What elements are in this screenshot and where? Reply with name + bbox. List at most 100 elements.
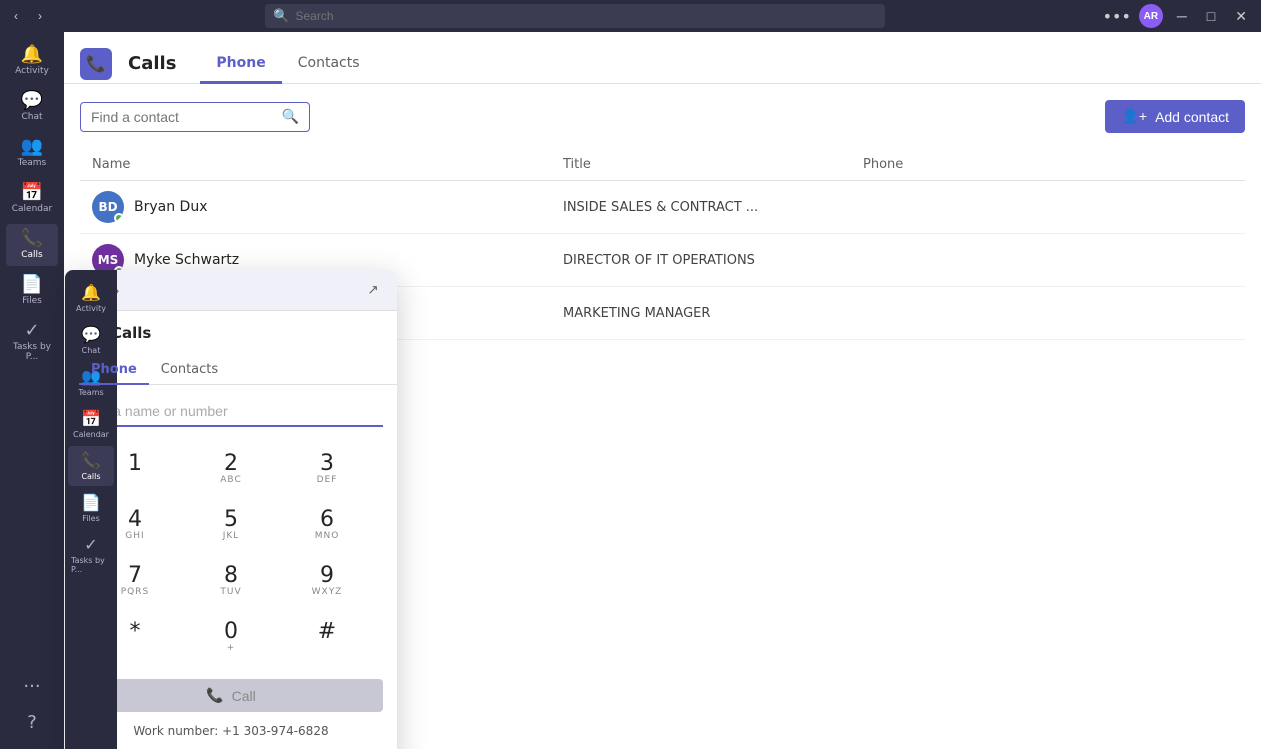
video-action-icon[interactable]: 📹: [1158, 246, 1175, 274]
sidebar-more-button[interactable]: ...: [15, 663, 48, 700]
title-bar: ‹ › 🔍 ••• AR ─ □ ✕: [0, 0, 1261, 32]
sidebar-label-teams: Teams: [18, 158, 46, 168]
key-5[interactable]: 5 JKL: [185, 499, 277, 551]
more-action-icon[interactable]: •••: [1209, 246, 1234, 274]
dp-files-icon: 📄: [81, 493, 101, 512]
key-8[interactable]: 8 TUV: [185, 555, 277, 607]
global-search[interactable]: 🔍: [265, 4, 885, 28]
status-dot-0: [114, 213, 124, 223]
sidebar-item-calls[interactable]: 📞 Calls: [6, 224, 58, 266]
sidebar-label-tasks: Tasks by P...: [10, 342, 54, 362]
dp-tasks-label: Tasks by P...: [71, 556, 111, 574]
dp-sidebar-tasks[interactable]: ✓ Tasks by P...: [68, 530, 114, 579]
key-2[interactable]: 2 ABC: [185, 443, 277, 495]
calls-app-icon: 📞: [80, 48, 112, 80]
dp-sidebar-activity[interactable]: 🔔 Activity: [68, 278, 114, 318]
email-action-icon[interactable]: ✉: [1138, 193, 1150, 221]
back-button[interactable]: ‹: [8, 8, 24, 24]
sidebar-item-calendar[interactable]: 📅 Calendar: [6, 178, 58, 220]
maximize-button[interactable]: □: [1201, 6, 1221, 26]
dp-teams-label: Teams: [78, 388, 103, 397]
key-main-3: 3: [320, 453, 334, 475]
key-main-5: 5: [224, 509, 238, 531]
dialpad-call-button[interactable]: 📞 Call: [79, 679, 383, 712]
table-row[interactable]: BD Bryan Dux INSIDE SALES & CONTRACT ...…: [80, 181, 1245, 234]
calendar-icon: 📅: [21, 184, 43, 202]
user-avatar[interactable]: AR: [1139, 4, 1163, 28]
key-main-star: *: [130, 621, 141, 643]
key-3[interactable]: 3 DEF: [281, 443, 373, 495]
contact-cell-0: BD Bryan Dux: [92, 191, 563, 223]
add-contact-button[interactable]: 👤+ Add contact: [1105, 100, 1245, 133]
search-input[interactable]: [295, 9, 877, 23]
forward-button[interactable]: ›: [32, 8, 48, 24]
calls-header: 📞 Calls Phone Contacts: [64, 32, 1261, 84]
call-phone-icon: 📞: [206, 687, 223, 704]
key-0[interactable]: 0 +: [185, 611, 277, 663]
key-main-2: 2: [224, 453, 238, 475]
dp-sidebar-calls[interactable]: 📞 Calls: [68, 446, 114, 486]
dp-sidebar-chat[interactable]: 💬 Chat: [68, 320, 114, 360]
video-action-icon[interactable]: 📹: [1158, 193, 1175, 221]
teams-icon: 👥: [21, 138, 43, 156]
tab-phone[interactable]: Phone: [200, 45, 281, 84]
table-header: Name Title Phone: [80, 149, 1245, 181]
more-action-icon[interactable]: •••: [1209, 299, 1234, 327]
video-action-icon[interactable]: 📹: [1158, 299, 1175, 327]
minimize-button[interactable]: ─: [1171, 6, 1193, 26]
sidebar-label-calendar: Calendar: [12, 204, 52, 214]
chat-action-icon[interactable]: 💬: [1113, 193, 1130, 221]
dp-sidebar-files[interactable]: 📄 Files: [68, 488, 114, 528]
sidebar-item-chat[interactable]: 💬 Chat: [6, 86, 58, 128]
calls-title: Calls: [128, 53, 176, 74]
sidebar-label-files: Files: [22, 296, 42, 306]
key-9[interactable]: 9 WXYZ: [281, 555, 373, 607]
avatar-0: BD: [92, 191, 124, 223]
contact-title-0: INSIDE SALES & CONTRACT ...: [563, 200, 863, 215]
sidebar-label-activity: Activity: [15, 66, 49, 76]
sidebar-item-tasks[interactable]: ✓ Tasks by P...: [6, 316, 58, 368]
call-action-icon[interactable]: 📞: [1184, 246, 1201, 274]
calls-icon: 📞: [21, 230, 43, 248]
chat-action-icon[interactable]: 💬: [1113, 246, 1130, 274]
dialpad-overlay: ‹ › ↗ 🔔 Activity 💬 Chat 👥 Teams 📅 Calend…: [65, 270, 397, 749]
dialpad-number-input[interactable]: [79, 399, 383, 427]
dialpad-expand-button[interactable]: ↗: [361, 278, 385, 302]
sidebar-item-activity[interactable]: 🔔 Activity: [6, 40, 58, 82]
key-hash[interactable]: #: [281, 611, 373, 663]
dialpad-inner-title: Calls: [111, 324, 151, 342]
chat-action-icon[interactable]: 💬: [1113, 299, 1130, 327]
more-action-icon[interactable]: •••: [1209, 193, 1234, 221]
close-button[interactable]: ✕: [1229, 6, 1253, 27]
sidebar-item-files[interactable]: 📄 Files: [6, 270, 58, 312]
title-bar-right: ••• AR ─ □ ✕: [1103, 4, 1253, 28]
col-header-name: Name: [92, 157, 563, 172]
key-main-6: 6: [320, 509, 334, 531]
dialpad-tab-contacts[interactable]: Contacts: [149, 356, 230, 385]
find-contact-field[interactable]: 🔍: [80, 102, 310, 132]
more-icon[interactable]: •••: [1103, 7, 1131, 26]
contact-title-2: MARKETING MANAGER: [563, 306, 863, 321]
contact-name-0: Bryan Dux: [134, 199, 208, 215]
dp-calendar-icon: 📅: [81, 409, 101, 428]
dp-calls-icon: 📞: [81, 451, 101, 470]
key-main-7: 7: [128, 565, 142, 587]
email-action-icon[interactable]: ✉: [1138, 246, 1150, 274]
title-bar-left: ‹ ›: [8, 8, 48, 24]
email-action-icon[interactable]: ✉: [1138, 299, 1150, 327]
call-action-icon[interactable]: 📞: [1184, 193, 1201, 221]
key-6[interactable]: 6 MNO: [281, 499, 373, 551]
call-action-icon[interactable]: 📞: [1184, 299, 1201, 327]
dialpad-tab-phone[interactable]: Phone: [79, 356, 149, 385]
tab-contacts[interactable]: Contacts: [282, 45, 376, 84]
help-icon[interactable]: ?: [19, 704, 45, 741]
key-sub-4: GHI: [125, 531, 144, 541]
key-sub-9: WXYZ: [312, 587, 343, 597]
dp-sidebar-calendar[interactable]: 📅 Calendar: [68, 404, 114, 444]
sidebar-item-teams[interactable]: 👥 Teams: [6, 132, 58, 174]
dialpad-inner: 🔔 Activity 💬 Chat 👥 Teams 📅 Calendar 📞 C…: [65, 311, 397, 749]
find-contact-input[interactable]: [91, 109, 274, 125]
chat-icon: 💬: [21, 92, 43, 110]
key-sub-6: MNO: [315, 531, 340, 541]
sidebar: 🔔 Activity 💬 Chat 👥 Teams 📅 Calendar 📞 C…: [0, 32, 64, 749]
